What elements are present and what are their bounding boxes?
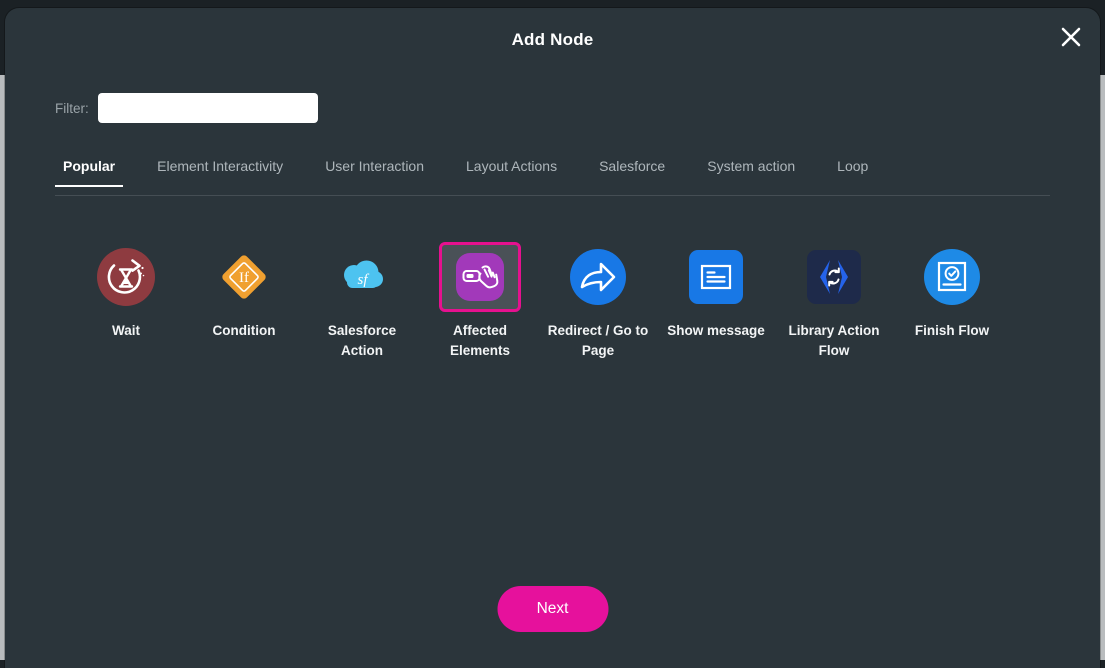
node-icon-frame: If: [203, 242, 285, 312]
category-tabs: Popular Element Interactivity User Inter…: [54, 158, 1050, 196]
tab-layout-actions[interactable]: Layout Actions: [466, 158, 557, 186]
tab-user-interaction[interactable]: User Interaction: [325, 158, 424, 186]
node-option-label: Redirect / Go to Page: [547, 323, 649, 358]
tab-salesforce[interactable]: Salesforce: [599, 158, 665, 186]
filter-label: Filter:: [55, 100, 89, 116]
add-node-dialog: Add Node Filter: Popular Element Interac…: [5, 8, 1100, 668]
affected-elements-hand-icon: [454, 251, 506, 303]
node-option-wait[interactable]: Wait: [67, 236, 185, 341]
node-option-redirect[interactable]: Redirect / Go to Page: [539, 236, 657, 360]
tab-loop[interactable]: Loop: [837, 158, 868, 186]
filter-row: Filter:: [55, 93, 318, 123]
tab-popular[interactable]: Popular: [54, 158, 124, 187]
node-icon-frame: [793, 242, 875, 312]
svg-text:If: If: [239, 270, 249, 286]
node-option-salesforce-action[interactable]: sf Salesforce Action: [303, 236, 421, 360]
node-option-library-action-flow[interactable]: Library Action Flow: [775, 236, 893, 360]
search-input[interactable]: [97, 93, 318, 123]
node-option-show-message[interactable]: Show message: [657, 236, 775, 341]
node-option-affected-elements[interactable]: Affected Elements: [421, 236, 539, 360]
node-option-label: Show message: [667, 323, 765, 338]
page-title: Add Node: [511, 30, 594, 49]
tab-element-interactivity[interactable]: Element Interactivity: [157, 158, 283, 186]
node-icon-frame: [85, 242, 167, 312]
node-icon-frame-selected: [439, 242, 521, 312]
condition-diamond-if-icon: If: [215, 248, 273, 306]
redirect-arrow-icon: [570, 249, 626, 305]
node-option-label: Condition: [212, 323, 276, 338]
node-option-label: Library Action Flow: [788, 323, 880, 358]
node-icon-frame: [557, 242, 639, 312]
node-option-label: Finish Flow: [914, 323, 990, 338]
wait-hourglass-icon: [97, 248, 155, 306]
show-message-icon: [689, 250, 743, 304]
node-option-finish-flow[interactable]: Finish Flow: [893, 236, 1011, 341]
finish-flow-check-icon: [924, 249, 980, 305]
node-option-label: Wait: [112, 323, 140, 338]
node-icon-frame: [911, 242, 993, 312]
close-icon[interactable]: [1054, 20, 1088, 54]
tab-system-action[interactable]: System action: [707, 158, 795, 186]
node-type-grid: Wait If Condition sf Salesforce Action A…: [67, 236, 1027, 360]
page-right-gutter: [1100, 75, 1105, 660]
node-option-label: Affected Elements: [449, 323, 511, 358]
dialog-header: Add Node: [5, 8, 1100, 74]
next-button[interactable]: Next: [497, 586, 608, 632]
node-option-condition[interactable]: If Condition: [185, 236, 303, 341]
node-option-label: Salesforce Action: [327, 323, 397, 358]
node-icon-frame: [675, 242, 757, 312]
salesforce-cloud-icon: sf: [333, 248, 391, 306]
node-icon-frame: sf: [321, 242, 403, 312]
library-action-flow-icon: [807, 250, 861, 304]
